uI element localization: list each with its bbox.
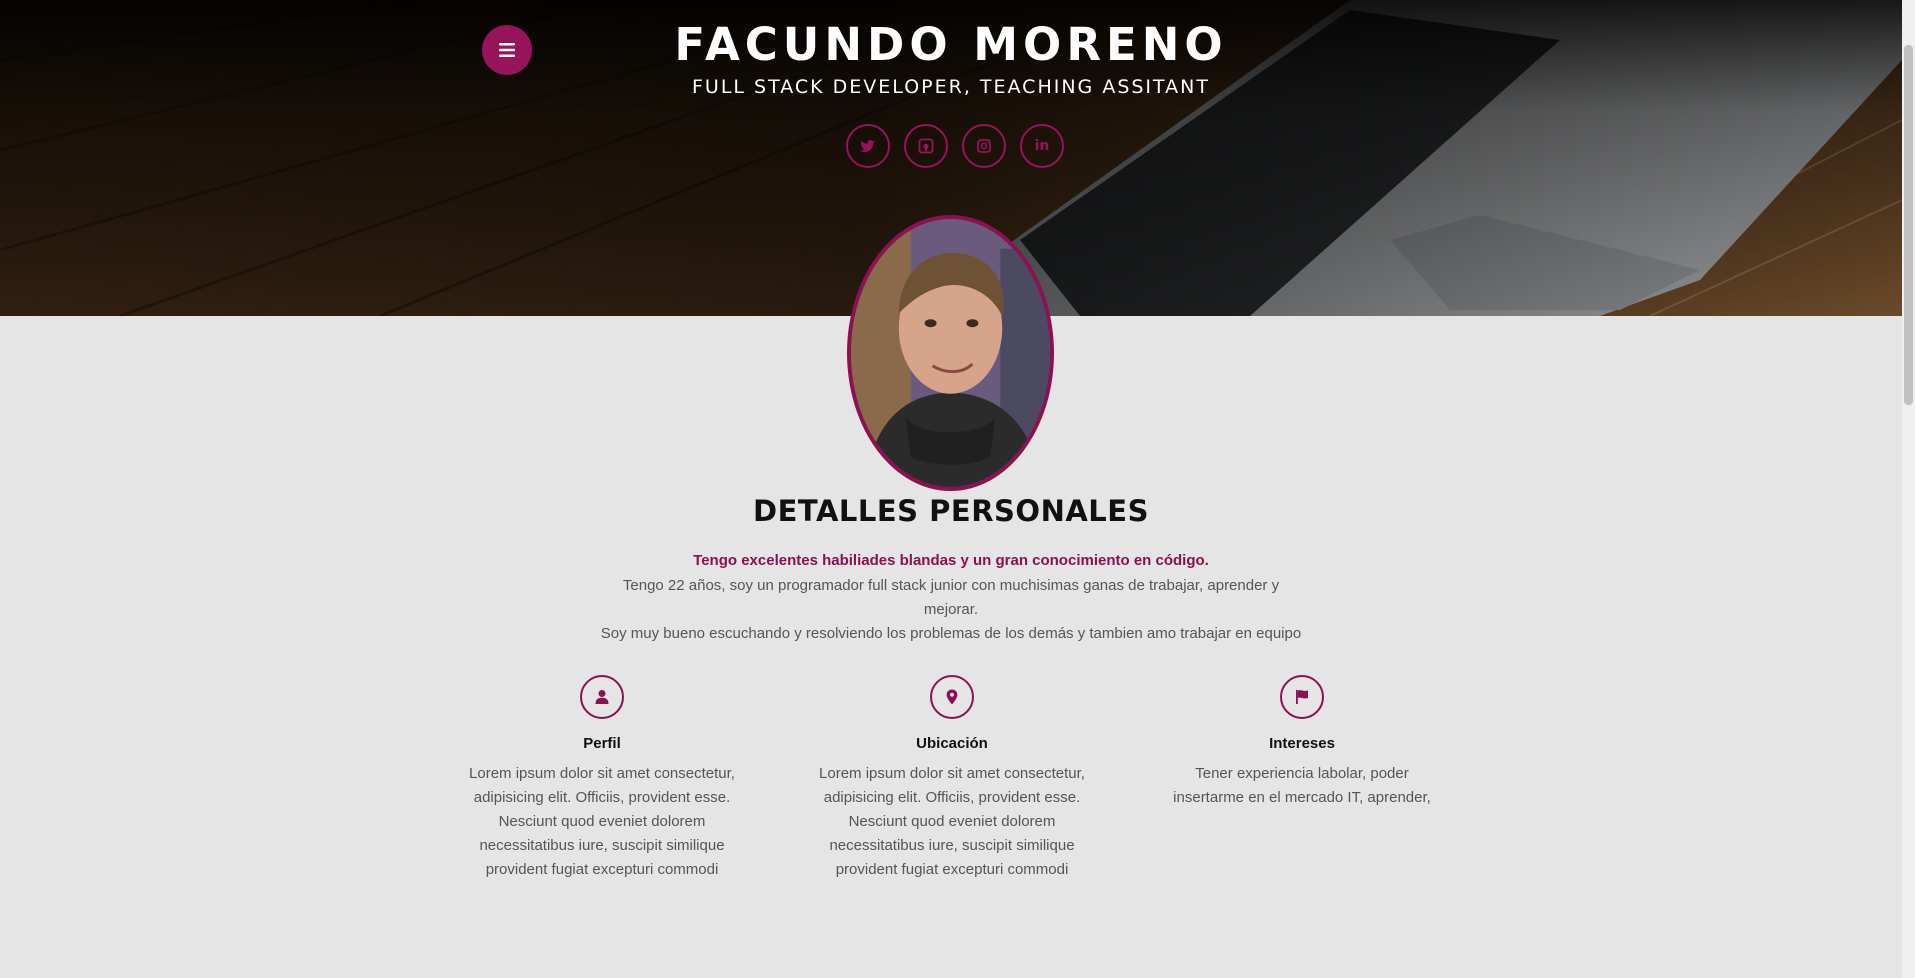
feature-title: Ubicación	[916, 735, 988, 752]
feature-icon-wrapper	[1280, 675, 1324, 719]
linkedin-icon: in	[1034, 138, 1050, 154]
feature-intereses: Intereses Tener experiencia labolar, pod…	[1152, 675, 1452, 810]
feature-ubicacion: Ubicación Lorem ipsum dolor sit amet con…	[802, 675, 1102, 882]
twitter-link[interactable]	[846, 124, 890, 168]
github-square-icon	[918, 138, 934, 154]
page-scrollbar[interactable]	[1902, 0, 1915, 978]
flag-icon	[1296, 690, 1308, 704]
feature-text: Lorem ipsum dolor sit amet consectetur, …	[819, 765, 1085, 878]
section-title: DETALLES PERSONALES	[753, 494, 1149, 528]
instagram-icon	[977, 139, 991, 153]
intro-line-1: Tengo 22 años, soy un programador full s…	[622, 577, 1280, 618]
feature-text: Lorem ipsum dolor sit amet consectetur, …	[469, 765, 735, 878]
instagram-link[interactable]	[962, 124, 1006, 168]
user-icon	[595, 690, 609, 704]
github-link[interactable]	[904, 124, 948, 168]
map-marker-icon	[946, 689, 958, 705]
intro-line-2: Soy muy bueno escuchando y resolviendo l…	[600, 625, 1302, 642]
feature-icon-wrapper	[580, 675, 624, 719]
hero-subtitle: FULL STACK DEVELOPER, TEACHING ASSITANT	[692, 76, 1210, 98]
feature-title: Perfil	[583, 735, 621, 752]
highlight-text: Tengo excelentes habiliades blandas y un…	[693, 552, 1209, 569]
twitter-icon	[860, 140, 875, 153]
profile-avatar	[847, 215, 1054, 491]
feature-title: Intereses	[1269, 735, 1335, 752]
social-links: in	[846, 124, 1064, 168]
linkedin-link[interactable]: in	[1020, 124, 1064, 168]
feature-perfil: Perfil Lorem ipsum dolor sit amet consec…	[452, 675, 752, 882]
feature-icon-wrapper	[930, 675, 974, 719]
scrollbar-thumb[interactable]	[1904, 45, 1913, 405]
hero-title: FACUNDO MORENO	[674, 18, 1228, 71]
intro-text: Tengo 22 años, soy un programador full s…	[595, 574, 1307, 646]
feature-text: Tener experiencia labolar, poder inserta…	[1173, 765, 1431, 806]
